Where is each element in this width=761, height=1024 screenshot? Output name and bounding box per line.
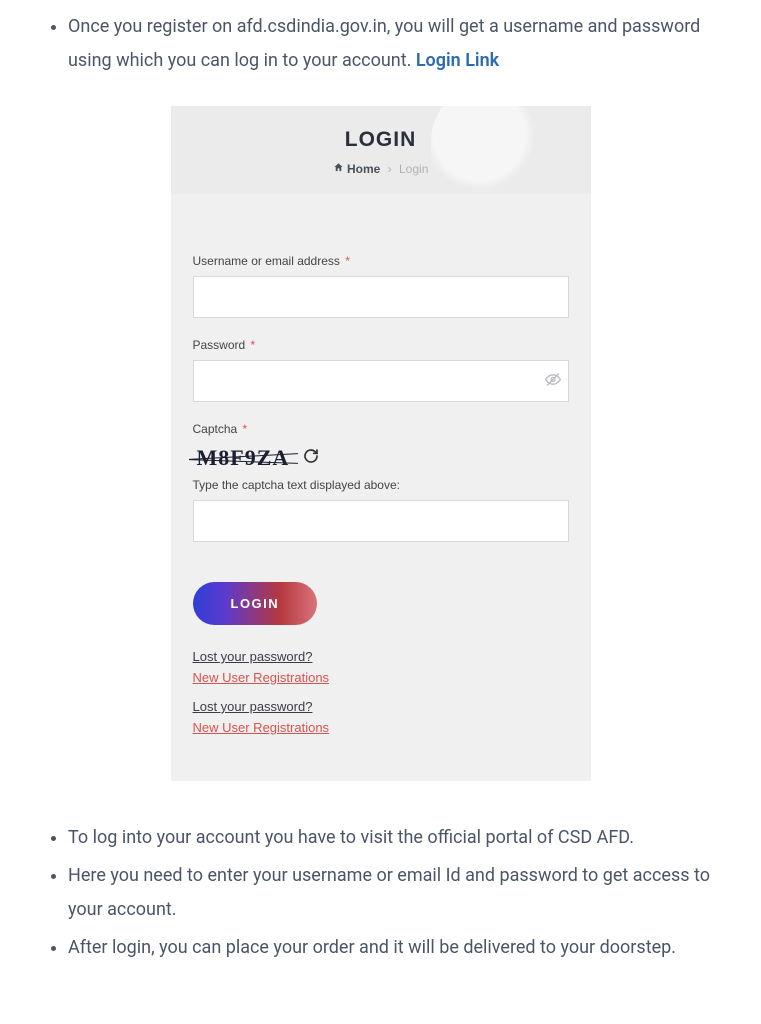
password-label: Password *	[193, 338, 569, 352]
password-input[interactable]	[193, 360, 569, 402]
intro-text: Once you register on afd.csdindia.gov.in…	[68, 16, 700, 71]
captcha-hint: Type the captcha text displayed above:	[193, 478, 569, 492]
required-asterisk: *	[251, 338, 256, 352]
login-card: LOGIN Home › Login Username or email add…	[171, 106, 591, 780]
lost-password-link[interactable]: Lost your password?	[193, 647, 569, 668]
intro-bullet-1: Once you register on afd.csdindia.gov.in…	[68, 10, 741, 78]
intro-list: Once you register on afd.csdindia.gov.in…	[20, 10, 741, 78]
captcha-label-text: Captcha	[193, 422, 238, 436]
captcha-image: M8F9ZA	[193, 444, 294, 472]
new-user-registration-link[interactable]: New User Registrations	[193, 668, 569, 689]
login-body: Username or email address * Password *	[171, 194, 591, 780]
password-label-text: Password	[193, 338, 246, 352]
required-asterisk: *	[243, 422, 248, 436]
username-field: Username or email address *	[193, 254, 569, 318]
outro-bullet-1: To log into your account you have to vis…	[68, 821, 741, 855]
new-user-registration-link[interactable]: New User Registrations	[193, 718, 569, 739]
refresh-icon[interactable]	[303, 448, 319, 469]
breadcrumb-home[interactable]: Home	[347, 162, 380, 176]
login-title: LOGIN	[181, 128, 581, 152]
outro-bullet-2: Here you need to enter your username or …	[68, 859, 741, 927]
required-asterisk: *	[345, 254, 350, 268]
login-button[interactable]: LOGIN	[193, 582, 318, 625]
outro-bullet-3: After login, you can place your order an…	[68, 931, 741, 965]
captcha-label: Captcha *	[193, 422, 569, 436]
captcha-field: Captcha * M8F9ZA Type the captcha text d…	[193, 422, 569, 542]
home-icon	[333, 162, 347, 176]
auxiliary-links: Lost your password? New User Registratio…	[193, 647, 569, 738]
lost-password-link[interactable]: Lost your password?	[193, 697, 569, 718]
breadcrumb: Home › Login	[181, 162, 581, 176]
username-input[interactable]	[193, 276, 569, 318]
login-link[interactable]: Login Link	[416, 50, 499, 71]
outro-list: To log into your account you have to vis…	[20, 821, 741, 966]
username-label: Username or email address *	[193, 254, 569, 268]
captcha-input[interactable]	[193, 500, 569, 542]
username-label-text: Username or email address	[193, 254, 340, 268]
breadcrumb-separator: ›	[388, 162, 392, 176]
login-header: LOGIN Home › Login	[171, 106, 591, 194]
login-screenshot: LOGIN Home › Login Username or email add…	[20, 106, 741, 780]
eye-icon[interactable]	[545, 372, 561, 391]
password-field: Password *	[193, 338, 569, 402]
breadcrumb-current: Login	[399, 162, 428, 176]
